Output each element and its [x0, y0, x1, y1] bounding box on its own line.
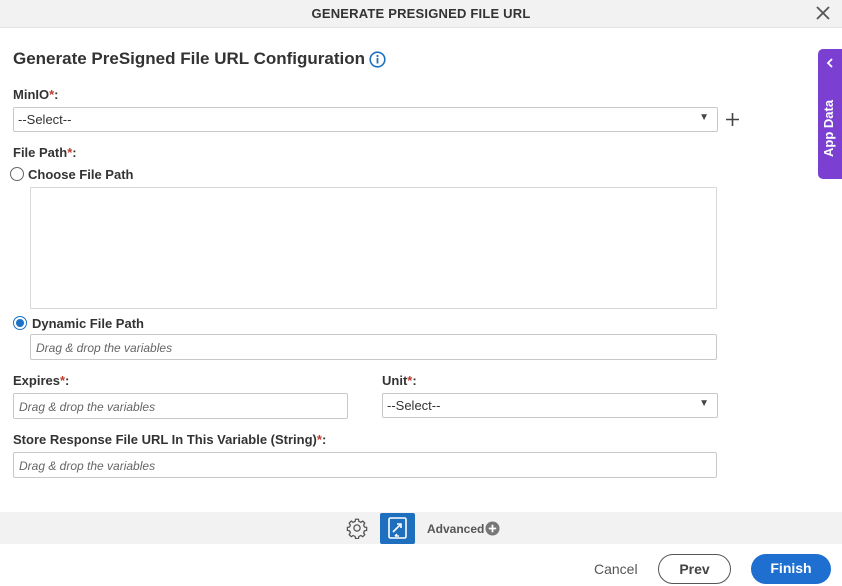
- app-data-panel-tab[interactable]: App Data: [818, 49, 842, 179]
- label-suffix: :: [412, 373, 417, 388]
- label-suffix: :: [321, 432, 327, 447]
- add-icon[interactable]: [724, 111, 741, 128]
- expires-label: Expires*:: [13, 373, 69, 388]
- store-response-label: Store Response File URL In This Variable…: [13, 432, 326, 447]
- plus-circle-icon[interactable]: [485, 521, 500, 536]
- unit-select[interactable]: --Select-- ▼: [382, 393, 718, 418]
- minio-select[interactable]: --Select-- ▼: [13, 107, 718, 132]
- page-title: Generate PreSigned File URL Configuratio…: [13, 49, 366, 68]
- dynamic-file-path-dropzone[interactable]: Drag & drop the variables: [30, 334, 717, 360]
- label-suffix: :: [54, 87, 59, 102]
- dialog-title-bar: GENERATE PRESIGNED FILE URL: [0, 0, 842, 28]
- store-response-label-text: Store Response File URL In This Variable…: [13, 432, 317, 447]
- minio-label-text: MinIO: [13, 87, 50, 102]
- variable-mapping-icon: [388, 517, 407, 539]
- variable-mapping-button[interactable]: [380, 513, 415, 544]
- file-path-label-text: File Path: [13, 145, 68, 160]
- dynamic-file-path-label[interactable]: Dynamic File Path: [32, 316, 144, 331]
- choose-file-path-radio[interactable]: [10, 167, 24, 181]
- minio-selected-value: --Select--: [18, 112, 72, 127]
- chevron-left-icon: [826, 58, 833, 68]
- label-suffix: :: [72, 145, 77, 160]
- caret-down-icon: ▼: [699, 398, 709, 409]
- close-icon[interactable]: [814, 4, 832, 22]
- app-data-label: App Data: [821, 99, 836, 157]
- dynamic-file-path-radio[interactable]: [13, 316, 27, 330]
- cancel-button[interactable]: Cancel: [594, 561, 638, 577]
- advanced-toggle[interactable]: Advanced: [427, 522, 484, 536]
- unit-label-text: Unit: [382, 373, 408, 388]
- store-response-dropzone[interactable]: Drag & drop the variables: [13, 452, 717, 478]
- unit-label: Unit*:: [382, 373, 417, 388]
- file-path-label: File Path*:: [13, 145, 77, 160]
- unit-selected-value: --Select--: [387, 398, 441, 413]
- choose-file-path-label[interactable]: Choose File Path: [28, 167, 133, 182]
- expires-label-text: Expires: [13, 373, 60, 388]
- bottom-toolbar: [0, 512, 842, 544]
- prev-button[interactable]: Prev: [658, 554, 731, 584]
- expires-dropzone[interactable]: Drag & drop the variables: [13, 393, 348, 419]
- minio-label: MinIO*:: [13, 87, 59, 102]
- label-suffix: :: [65, 373, 70, 388]
- file-path-tree-box[interactable]: [30, 187, 717, 309]
- caret-down-icon: ▼: [699, 112, 709, 123]
- gear-icon[interactable]: [346, 517, 368, 539]
- dialog-title: GENERATE PRESIGNED FILE URL: [311, 6, 531, 21]
- info-icon[interactable]: [369, 51, 386, 68]
- finish-button[interactable]: Finish: [751, 554, 831, 584]
